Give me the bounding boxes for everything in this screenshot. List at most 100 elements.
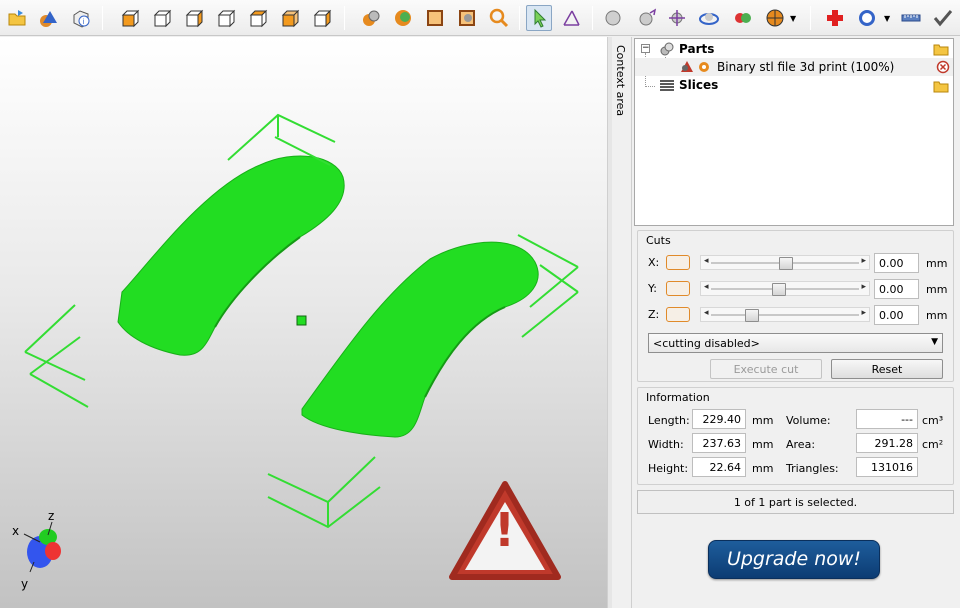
cut-z-value[interactable]: 0.00: [874, 305, 919, 325]
mirror-part-icon[interactable]: [730, 5, 756, 31]
width-unit: mm: [752, 438, 774, 451]
render-box-icon[interactable]: [454, 5, 480, 31]
cut-row-x: X: ◂ ▸ 0.00 mm: [648, 253, 948, 273]
add-red-cross-icon[interactable]: [822, 5, 848, 31]
ruler-icon[interactable]: [898, 5, 924, 31]
triangles-label: Triangles:: [786, 462, 839, 475]
cut-row-y: Y: ◂ ▸ 0.00 mm: [648, 279, 948, 299]
part-info-icon[interactable]: i: [68, 5, 94, 31]
chevron-right-icon[interactable]: ▸: [861, 282, 866, 292]
length-value: 229.40: [692, 409, 746, 429]
cut-x-value[interactable]: 0.00: [874, 253, 919, 273]
cut-z-label: Z:: [648, 308, 660, 321]
axis-gizmo: [23, 521, 61, 573]
chevron-left-icon[interactable]: ◂: [704, 282, 709, 292]
measure-icon[interactable]: [558, 5, 584, 31]
length-unit: mm: [752, 414, 774, 427]
cut-z-slider-thumb[interactable]: [745, 309, 759, 322]
area-value: 291.28: [856, 433, 918, 453]
tree-item-part[interactable]: Binary stl file 3d print (100%): [635, 58, 953, 76]
cut-x-color-swatch[interactable]: [666, 255, 690, 270]
chevron-left-icon[interactable]: ◂: [704, 308, 709, 318]
remove-part-icon[interactable]: [936, 60, 950, 77]
settings-gauge-icon[interactable]: [854, 5, 880, 31]
triangles-value: 131016: [856, 457, 918, 477]
height-label: Height:: [648, 462, 689, 475]
slices-label: Slices: [679, 78, 719, 92]
view-front-icon[interactable]: [116, 5, 142, 31]
context-area-tab[interactable]: Context area: [612, 37, 632, 608]
volume-unit: cm³: [922, 414, 944, 427]
cut-y-color-swatch[interactable]: [666, 281, 690, 296]
upgrade-button[interactable]: Upgrade now!: [708, 540, 880, 579]
parts-icon: [660, 42, 674, 56]
center-handle[interactable]: [296, 315, 307, 326]
cut-y-unit: mm: [926, 283, 948, 296]
axis-label-z: z: [48, 509, 55, 523]
warning-symbol: !: [494, 503, 515, 557]
cut-y-label: Y:: [648, 282, 657, 295]
cut-z-color-swatch[interactable]: [666, 307, 690, 322]
tree-item-parts[interactable]: Parts: [659, 40, 714, 58]
view-top-icon[interactable]: [244, 5, 270, 31]
svg-text:i: i: [83, 18, 85, 26]
view-back-icon[interactable]: [148, 5, 174, 31]
move-part-icon[interactable]: [634, 5, 660, 31]
cut-x-label: X:: [648, 256, 660, 269]
visibility-eye-icon[interactable]: [697, 60, 711, 74]
reset-button[interactable]: Reset: [831, 359, 943, 379]
cuts-title: Cuts: [646, 234, 671, 247]
section-dropdown-arrow[interactable]: ▼: [790, 14, 796, 23]
left-insole-model[interactable]: [117, 155, 345, 356]
cut-y-slider[interactable]: ◂ ▸: [700, 281, 870, 296]
scene-canvas: [23, 113, 579, 580]
volume-value: ---: [856, 409, 918, 429]
view-left-icon[interactable]: [180, 5, 206, 31]
cuts-group: Cuts X: ◂ ▸ 0.00 mm Y: ◂ ▸ 0.00 mm Z: ◂ ▸ 0.00 mm <cut…: [637, 230, 954, 382]
tree-collapse-toggle[interactable]: −: [641, 44, 650, 53]
chevron-down-icon: ▼: [931, 337, 938, 347]
render-shaded-icon[interactable]: [390, 5, 416, 31]
section-chart-icon[interactable]: [762, 5, 788, 31]
scale-part-icon[interactable]: [664, 5, 690, 31]
part-name: Binary stl file 3d print (100%): [717, 60, 895, 74]
render-solid-icon[interactable]: [358, 5, 384, 31]
open-slices-folder-icon[interactable]: [933, 79, 949, 96]
view-bottom-icon[interactable]: [276, 5, 302, 31]
slices-icon: [660, 80, 674, 91]
chevron-left-icon[interactable]: ◂: [704, 256, 709, 266]
cutting-mode-value: <cutting disabled>: [653, 337, 760, 350]
settings-dropdown-arrow[interactable]: ▼: [884, 14, 890, 23]
cut-x-slider-thumb[interactable]: [779, 257, 793, 270]
sphere-icon[interactable]: [600, 5, 626, 31]
select-pointer-icon[interactable]: [526, 5, 552, 31]
view-right-icon[interactable]: [212, 5, 238, 31]
information-title: Information: [646, 391, 710, 404]
cutting-mode-select[interactable]: <cutting disabled> ▼: [648, 333, 943, 353]
chevron-right-icon[interactable]: ▸: [861, 308, 866, 318]
open-parts-folder-icon[interactable]: [933, 42, 949, 59]
axis-label-x: x: [12, 524, 20, 538]
cut-y-value[interactable]: 0.00: [874, 279, 919, 299]
length-label: Length:: [648, 414, 690, 427]
checkmark-icon[interactable]: [930, 5, 956, 31]
right-insole-model[interactable]: [301, 241, 539, 438]
open-file-icon[interactable]: [4, 5, 30, 31]
cut-x-slider[interactable]: ◂ ▸: [700, 255, 870, 270]
render-wireframe-icon[interactable]: [422, 5, 448, 31]
cut-y-slider-thumb[interactable]: [772, 283, 786, 296]
axis-label-y: y: [21, 577, 29, 591]
chevron-right-icon[interactable]: ▸: [861, 256, 866, 266]
view-iso-icon[interactable]: [308, 5, 334, 31]
selection-status: 1 of 1 part is selected.: [637, 490, 954, 514]
add-primitive-icon[interactable]: [36, 5, 62, 31]
execute-cut-button[interactable]: Execute cut: [710, 359, 822, 379]
information-group: Information Length: 229.40 mm Width: 237…: [637, 387, 954, 485]
height-unit: mm: [752, 462, 774, 475]
rotate-part-icon[interactable]: [696, 5, 722, 31]
tree-item-slices[interactable]: Slices: [659, 76, 718, 94]
cut-z-slider[interactable]: ◂ ▸: [700, 307, 870, 322]
3d-viewport[interactable]: x z y !: [0, 37, 607, 608]
parts-tree: − Parts Binary stl file 3d print (100%) …: [634, 38, 954, 226]
zoom-icon[interactable]: [486, 5, 512, 31]
